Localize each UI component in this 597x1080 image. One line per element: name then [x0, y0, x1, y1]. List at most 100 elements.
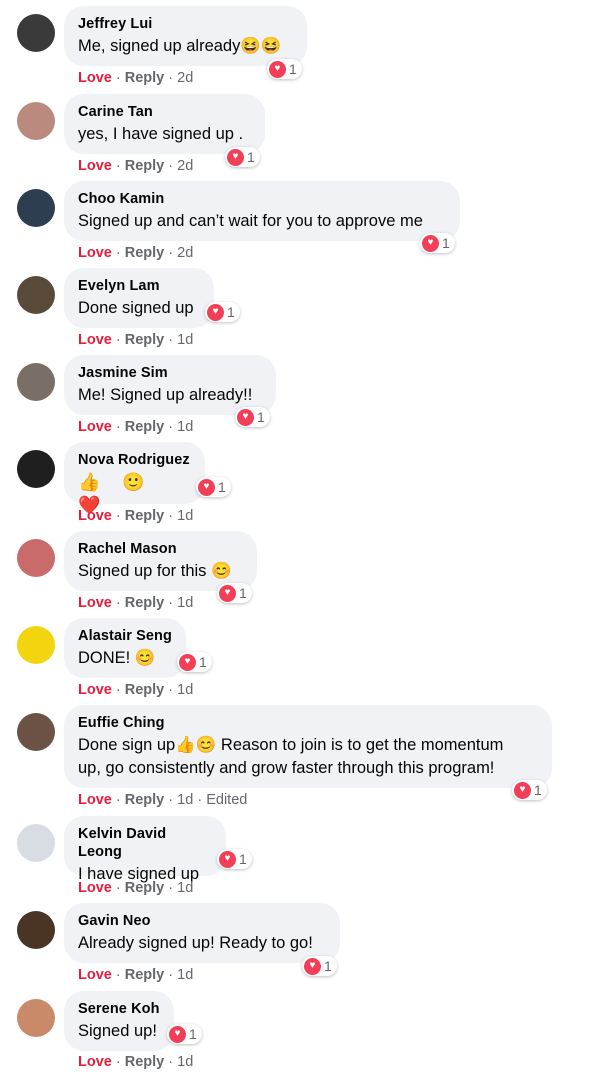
reply-link[interactable]: Reply — [125, 595, 165, 611]
comment-bubble: Rachel Mason Signed up for this 😊 — [64, 531, 257, 591]
love-link[interactable]: Love — [78, 792, 112, 808]
reaction-count[interactable]: ♥ 1 — [512, 780, 547, 800]
commenter-name[interactable]: Carine Tan — [78, 103, 251, 121]
commenter-name[interactable]: Serene Koh — [78, 1000, 160, 1018]
commenter-name[interactable]: Kelvin David Leong — [78, 825, 212, 861]
comment-bubble: Jasmine Sim Me! Signed up already!! — [64, 355, 276, 415]
timestamp[interactable]: 1d — [177, 419, 193, 435]
avatar[interactable] — [17, 450, 55, 488]
comment-actions: Love · Reply · 1d — [78, 682, 194, 698]
heart-icon: ♥ — [169, 1025, 186, 1043]
reply-link[interactable]: Reply — [125, 508, 165, 524]
comment-bubble: Evelyn Lam Done signed up — [64, 268, 214, 328]
comment-actions: Love · Reply · 2d — [78, 158, 194, 174]
heart-icon: ♥ — [227, 148, 244, 166]
commenter-name[interactable]: Gavin Neo — [78, 912, 326, 930]
commenter-name[interactable]: Evelyn Lam — [78, 277, 200, 295]
reaction-count[interactable]: ♥ 1 — [167, 1024, 202, 1044]
love-link[interactable]: Love — [78, 595, 112, 611]
reply-link[interactable]: Reply — [125, 419, 165, 435]
comment-actions: Love · Reply · 1d — [78, 419, 194, 435]
commenter-name[interactable]: Jasmine Sim — [78, 364, 262, 382]
timestamp[interactable]: 1d — [177, 1054, 193, 1070]
timestamp[interactable]: 1d — [177, 595, 193, 611]
reaction-count[interactable]: ♥ 1 — [235, 407, 270, 427]
heart-icon: ♥ — [514, 781, 531, 799]
comment-text: Already signed up! Ready to go! — [78, 934, 313, 952]
heart-icon: ♥ — [207, 303, 224, 321]
timestamp[interactable]: 1d — [177, 792, 193, 808]
comment-bubble: Alastair Seng DONE! 😊 — [64, 618, 186, 678]
avatar[interactable] — [17, 626, 55, 664]
timestamp[interactable]: 1d — [177, 332, 193, 348]
reply-link[interactable]: Reply — [125, 245, 165, 261]
reaction-count[interactable]: ♥ 1 — [225, 147, 260, 167]
love-link[interactable]: Love — [78, 1054, 112, 1070]
avatar[interactable] — [17, 539, 55, 577]
comment-text: Signed up for this 😊 — [78, 562, 232, 580]
timestamp[interactable]: 1d — [177, 967, 193, 983]
timestamp[interactable]: 2d — [177, 158, 193, 174]
love-link[interactable]: Love — [78, 419, 112, 435]
avatar[interactable] — [17, 14, 55, 52]
comment-bubble: Gavin Neo Already signed up! Ready to go… — [64, 903, 340, 963]
reaction-count[interactable]: ♥ 1 — [205, 302, 240, 322]
timestamp[interactable]: 1d — [177, 508, 193, 524]
heart-icon: ♥ — [198, 478, 215, 496]
love-link[interactable]: Love — [78, 682, 112, 698]
commenter-name[interactable]: Euffie Ching — [78, 714, 538, 732]
comment-actions: Love · Reply · 1d — [78, 880, 194, 896]
reaction-count[interactable]: ♥ 1 — [267, 59, 302, 79]
love-link[interactable]: Love — [78, 508, 112, 524]
heart-icon: ♥ — [304, 957, 321, 975]
commenter-name[interactable]: Rachel Mason — [78, 540, 243, 558]
comment-text: Me, signed up already😆😆 — [78, 37, 282, 55]
reaction-count[interactable]: ♥ 1 — [302, 956, 337, 976]
comment-bubble: Kelvin David Leong I have signed up — [64, 816, 226, 883]
reaction-count[interactable]: ♥ 1 — [217, 583, 252, 603]
avatar[interactable] — [17, 824, 55, 862]
timestamp[interactable]: 1d — [177, 880, 193, 896]
love-link[interactable]: Love — [78, 880, 112, 896]
timestamp[interactable]: 1d — [177, 682, 193, 698]
love-link[interactable]: Love — [78, 245, 112, 261]
reply-link[interactable]: Reply — [125, 1054, 165, 1070]
avatar[interactable] — [17, 102, 55, 140]
love-link[interactable]: Love — [78, 158, 112, 174]
commenter-name[interactable]: Nova Rodriguez — [78, 451, 191, 469]
avatar[interactable] — [17, 363, 55, 401]
love-link[interactable]: Love — [78, 332, 112, 348]
timestamp[interactable]: 2d — [177, 70, 193, 86]
reply-link[interactable]: Reply — [125, 682, 165, 698]
edited-label[interactable]: Edited — [206, 792, 247, 808]
commenter-name[interactable]: Choo Kamin — [78, 190, 446, 208]
comment-bubble: Euffie Ching Done sign up👍😊 Reason to jo… — [64, 705, 552, 788]
reply-link[interactable]: Reply — [125, 967, 165, 983]
comment-actions: Love · Reply · 1d — [78, 1054, 194, 1070]
commenter-name[interactable]: Alastair Seng — [78, 627, 172, 645]
comment-bubble: Serene Koh Signed up! — [64, 991, 174, 1051]
love-link[interactable]: Love — [78, 967, 112, 983]
reply-link[interactable]: Reply — [125, 70, 165, 86]
avatar[interactable] — [17, 911, 55, 949]
comment-actions: Love · Reply · 1d — [78, 508, 194, 524]
reply-link[interactable]: Reply — [125, 792, 165, 808]
comment-text: yes, I have signed up . — [78, 125, 244, 143]
comment-actions: Love · Reply · 1d — [78, 967, 194, 983]
reaction-count[interactable]: ♥ 1 — [177, 652, 212, 672]
reaction-count[interactable]: ♥ 1 — [196, 477, 231, 497]
avatar[interactable] — [17, 189, 55, 227]
reaction-count[interactable]: ♥ 1 — [420, 233, 455, 253]
reaction-count[interactable]: ♥ 1 — [217, 849, 252, 869]
reply-link[interactable]: Reply — [125, 880, 165, 896]
avatar[interactable] — [17, 276, 55, 314]
timestamp[interactable]: 2d — [177, 245, 193, 261]
reply-link[interactable]: Reply — [125, 158, 165, 174]
comment-text: Signed up and can’t wait for you to appr… — [78, 212, 423, 230]
commenter-name[interactable]: Jeffrey Lui — [78, 15, 293, 33]
comment-actions: Love · Reply · 2d — [78, 245, 194, 261]
love-link[interactable]: Love — [78, 70, 112, 86]
avatar[interactable] — [17, 713, 55, 751]
reply-link[interactable]: Reply — [125, 332, 165, 348]
avatar[interactable] — [17, 999, 55, 1037]
